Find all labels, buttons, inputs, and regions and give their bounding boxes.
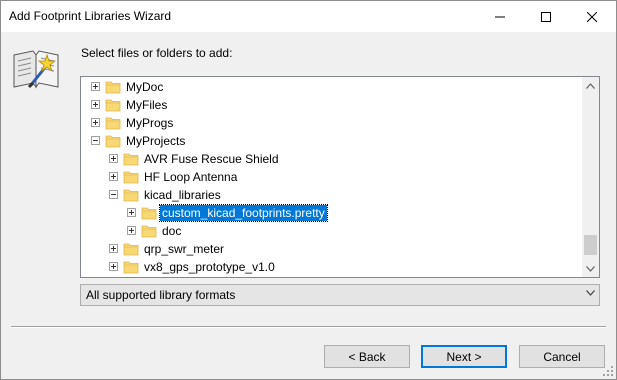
folder-icon <box>141 205 157 220</box>
maximize-button[interactable] <box>523 1 569 32</box>
separator <box>11 326 606 328</box>
minimize-button[interactable] <box>477 1 523 32</box>
chevron-down-icon <box>586 290 595 296</box>
scroll-up-button[interactable] <box>582 77 599 94</box>
next-button-label: Next > <box>446 349 482 364</box>
tree-vertical-scrollbar[interactable] <box>582 77 599 277</box>
tree-item[interactable]: kicad_libraries <box>81 186 581 204</box>
folder-icon <box>141 223 157 238</box>
chevron-down-icon <box>586 265 595 272</box>
folder-icon <box>105 97 121 112</box>
expand-icon[interactable] <box>127 208 136 217</box>
folder-icon <box>105 133 121 148</box>
tree-item-label: qrp_swr_meter <box>144 242 225 256</box>
title-bar: Add Footprint Libraries Wizard <box>1 1 616 32</box>
folder-icon <box>123 169 139 184</box>
tree-item-label: MyFiles <box>126 98 168 112</box>
close-icon <box>587 11 597 22</box>
wizard-book-icon <box>11 43 61 93</box>
expand-icon[interactable] <box>109 262 118 271</box>
tree-item[interactable]: vx8_gps_prototype_v1.0 <box>81 258 581 276</box>
tree-item-label: HF Loop Antenna <box>144 170 238 184</box>
file-type-filter-value: All supported library formats <box>86 288 236 302</box>
folder-icon <box>105 79 121 94</box>
folder-icon <box>123 151 139 166</box>
tree-item[interactable]: MyProgs <box>81 114 581 132</box>
prompt-label: Select files or folders to add: <box>81 46 233 60</box>
tree-item[interactable]: custom_kicad_footprints.pretty <box>81 204 581 222</box>
wizard-window: Add Footprint Libraries Wizard Select fi… <box>0 0 617 380</box>
cancel-button[interactable]: Cancel <box>519 345 605 368</box>
tree-item[interactable]: doc <box>81 222 581 240</box>
tree-item-label: doc <box>162 224 182 238</box>
collapse-icon[interactable] <box>91 136 100 145</box>
expand-icon[interactable] <box>109 172 118 181</box>
folder-icon <box>123 241 139 256</box>
folder-icon <box>105 115 121 130</box>
tree-item[interactable]: MyFiles <box>81 96 581 114</box>
tree-item[interactable]: MyDoc <box>81 78 581 96</box>
tree-item-label: MyDoc <box>126 80 164 94</box>
tree-item-label-selected: custom_kicad_footprints.pretty <box>159 204 328 222</box>
back-button[interactable]: < Back <box>324 345 410 368</box>
window-title: Add Footprint Libraries Wizard <box>9 9 172 23</box>
tree-item[interactable]: MyProjects <box>81 132 581 150</box>
expand-icon[interactable] <box>109 244 118 253</box>
expand-icon[interactable] <box>91 82 100 91</box>
folder-icon <box>123 259 139 274</box>
file-type-filter-dropdown[interactable]: All supported library formats <box>80 284 600 306</box>
tree-item-label: vx8_gps_prototype_v1.0 <box>144 260 275 274</box>
tree-item-label: AVR Fuse Rescue Shield <box>144 152 279 166</box>
expand-icon[interactable] <box>109 154 118 163</box>
folder-tree[interactable]: MyDoc MyFiles MyProgs MyProjects AVR Fuse Re… <box>80 76 600 278</box>
tree-item[interactable]: qrp_swr_meter <box>81 240 581 258</box>
expand-icon[interactable] <box>91 118 100 127</box>
tree-item-label: kicad_libraries <box>144 188 221 202</box>
minimize-icon <box>495 16 505 17</box>
expand-icon[interactable] <box>127 226 136 235</box>
next-button[interactable]: Next > <box>421 345 507 368</box>
expand-icon[interactable] <box>91 100 100 109</box>
cancel-button-label: Cancel <box>543 349 581 364</box>
back-button-label: < Back <box>348 349 386 364</box>
maximize-icon <box>541 11 551 22</box>
chevron-up-icon <box>586 82 595 89</box>
close-button[interactable] <box>569 1 615 32</box>
tree-item-label: MyProjects <box>126 134 186 148</box>
tree-item[interactable]: HF Loop Antenna <box>81 168 581 186</box>
tree-item-label: MyProgs <box>126 116 174 130</box>
tree-item[interactable]: AVR Fuse Rescue Shield <box>81 150 581 168</box>
folder-icon <box>123 187 139 202</box>
scroll-thumb[interactable] <box>584 235 597 255</box>
collapse-icon[interactable] <box>109 190 118 199</box>
resize-grip-icon[interactable] <box>602 365 614 377</box>
scroll-down-button[interactable] <box>582 260 599 277</box>
